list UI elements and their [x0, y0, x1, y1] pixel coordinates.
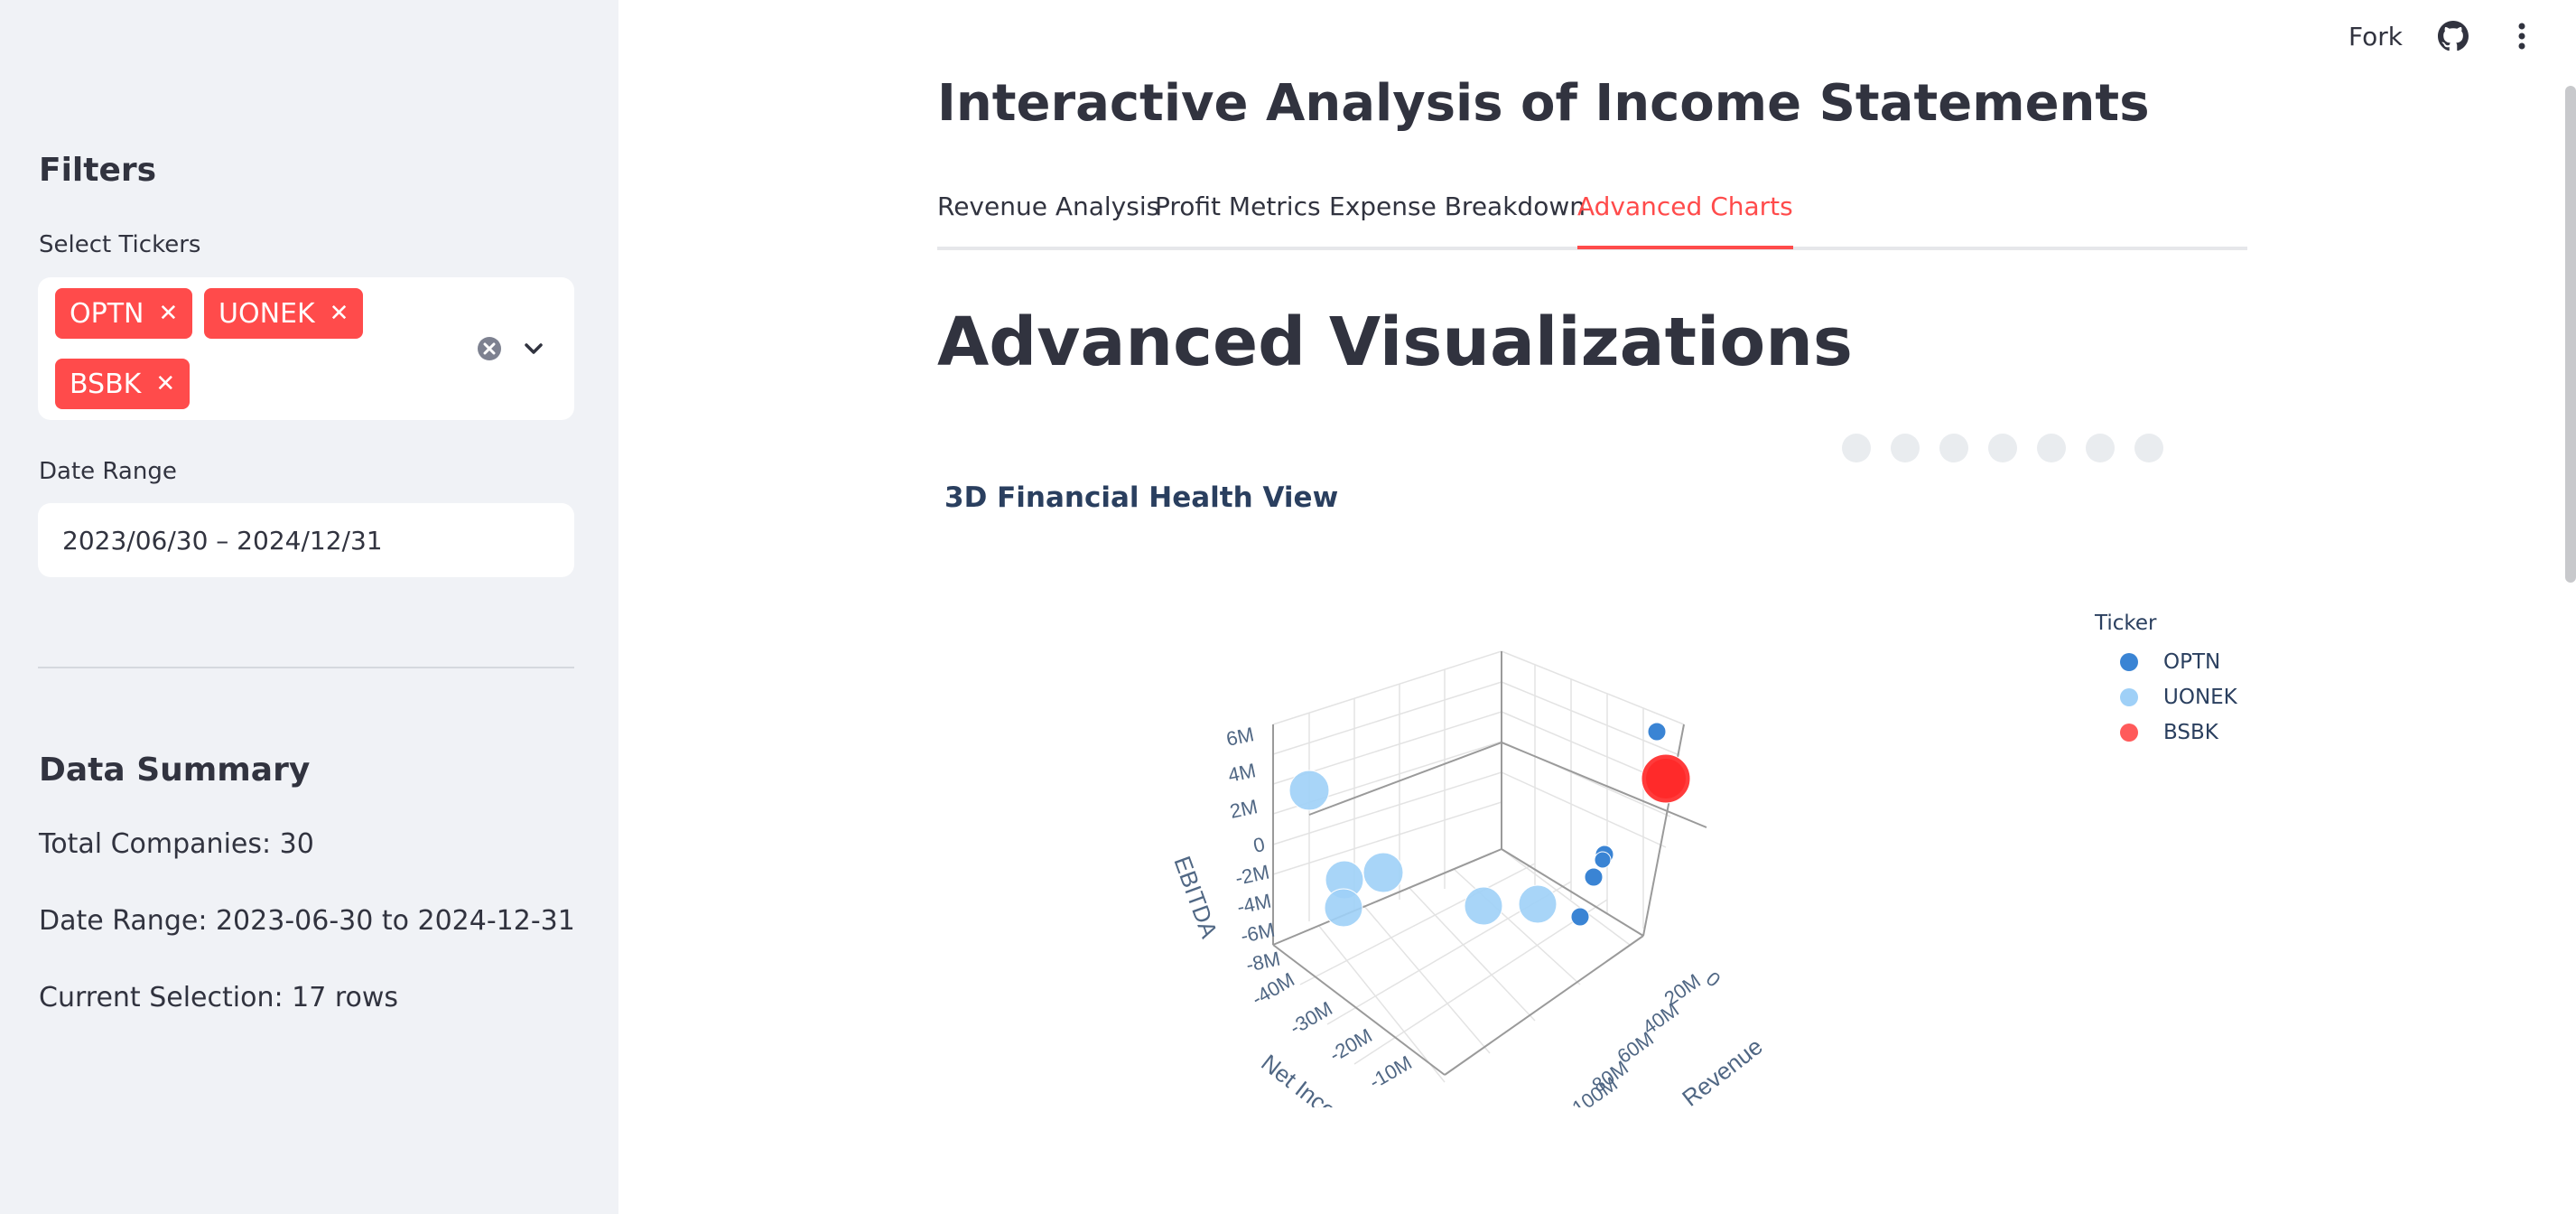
z-tick: -6M [1239, 919, 1277, 948]
legend-marker [2120, 723, 2138, 742]
z-tick: 2M [1228, 795, 1260, 823]
legend-label: BSBK [2163, 720, 2218, 744]
tab-advanced-charts[interactable]: Advanced Charts [1577, 191, 1793, 249]
legend-item-uonek[interactable]: UONEK [2095, 679, 2237, 714]
chart-legend: Ticker OPTN UONEK BSBK [2095, 612, 2237, 750]
tab-profit-metrics[interactable]: Profit Metrics [1155, 191, 1321, 246]
data-point-uonek[interactable] [1324, 888, 1363, 928]
data-point-optn[interactable] [1647, 722, 1667, 742]
turntable-icon[interactable] [2037, 434, 2066, 462]
hover-icon[interactable] [2134, 434, 2163, 462]
chart-modebar[interactable] [1842, 434, 2163, 462]
data-point-uonek[interactable] [1362, 852, 1404, 893]
ticker-chip: BSBK ✕ [55, 359, 191, 409]
data-point-bsbk[interactable] [1646, 759, 1686, 798]
ticker-chip: OPTN ✕ [55, 288, 193, 339]
data-point-optn[interactable] [1594, 851, 1612, 869]
z-tick: 6M [1224, 723, 1256, 751]
y-tick: -10M [1365, 1051, 1416, 1094]
x-tick: 0 [1702, 967, 1725, 992]
ticker-chip-label: UONEK [219, 297, 315, 330]
date-range-label: Date Range [39, 458, 177, 485]
legend-label: OPTN [2163, 649, 2221, 674]
x-axis-title: Revenue [1677, 1032, 1767, 1107]
fork-button[interactable]: Fork [2348, 22, 2403, 51]
legend-item-optn[interactable]: OPTN [2095, 644, 2237, 679]
legend-title: Ticker [2095, 612, 2157, 635]
page-title: Interactive Analysis of Income Statement… [937, 74, 2150, 133]
legend-marker [2120, 652, 2138, 671]
summary-total-companies: Total Companies: 30 [39, 828, 314, 860]
remove-chip-icon[interactable]: ✕ [158, 300, 178, 327]
ticker-chip-label: OPTN [70, 297, 144, 330]
zoom-icon[interactable] [1891, 434, 1920, 462]
ticker-chip-label: BSBK [70, 368, 142, 400]
github-icon[interactable] [2435, 18, 2471, 54]
y-tick: -30M [1286, 997, 1336, 1040]
more-vertical-icon[interactable] [2504, 18, 2540, 54]
reset-camera-icon[interactable] [2086, 434, 2115, 462]
camera-icon[interactable] [1842, 434, 1871, 462]
ticker-chip: UONEK ✕ [204, 288, 364, 339]
data-point-optn[interactable] [1570, 907, 1590, 927]
z-tick: 0 [1251, 833, 1267, 857]
z-tick: -2M [1233, 861, 1271, 890]
z-tick: -8M [1244, 948, 1282, 976]
page-scrollbar[interactable] [2565, 86, 2576, 583]
date-range-input[interactable]: 2023/06/30 – 2024/12/31 [38, 503, 574, 577]
legend-marker [2120, 687, 2138, 706]
legend-item-bsbk[interactable]: BSBK [2095, 714, 2237, 750]
app-header-actions: Fork [2348, 18, 2540, 54]
clear-all-icon[interactable] [476, 335, 503, 362]
chart-title: 3D Financial Health View [944, 481, 1339, 514]
remove-chip-icon[interactable]: ✕ [155, 370, 175, 397]
tab-bar: Revenue Analysis Profit Metrics Expense … [937, 188, 2247, 250]
tab-expense-breakdown[interactable]: Expense Breakdown [1329, 191, 1586, 246]
summary-current-selection: Current Selection: 17 rows [39, 982, 399, 1013]
y-tick: -20M [1325, 1024, 1376, 1067]
sidebar-divider [38, 667, 574, 668]
data-summary-title: Data Summary [39, 752, 311, 789]
tab-revenue-analysis[interactable]: Revenue Analysis [937, 191, 1159, 246]
data-point-uonek[interactable] [1518, 884, 1558, 924]
data-point-uonek[interactable] [1464, 886, 1503, 926]
remove-chip-icon[interactable]: ✕ [330, 300, 349, 327]
z-tick: 4M [1226, 759, 1258, 787]
filters-title: Filters [39, 152, 157, 189]
section-title: Advanced Visualizations [937, 304, 1853, 381]
chevron-down-icon[interactable] [520, 335, 547, 362]
z-axis-title: EBITDA [1168, 853, 1223, 942]
tickers-label: Select Tickers [39, 231, 201, 258]
pan-icon[interactable] [1939, 434, 1968, 462]
sidebar: Filters Select Tickers OPTN ✕ UONEK ✕ BS… [0, 0, 618, 1214]
summary-date-range: Date Range: 2023-06-30 to 2024-12-31 [39, 905, 575, 937]
z-tick: -4M [1235, 890, 1273, 919]
data-point-optn[interactable] [1584, 867, 1604, 887]
data-point-uonek[interactable] [1288, 770, 1330, 811]
ticker-multiselect[interactable]: OPTN ✕ UONEK ✕ BSBK ✕ [38, 277, 574, 420]
orbit-icon[interactable] [1988, 434, 2017, 462]
legend-label: UONEK [2163, 685, 2237, 709]
scatter-3d-plot[interactable]: 6M 4M 2M 0 -2M -4M -6M -8M -40M -30M -20… [1138, 623, 1824, 1107]
